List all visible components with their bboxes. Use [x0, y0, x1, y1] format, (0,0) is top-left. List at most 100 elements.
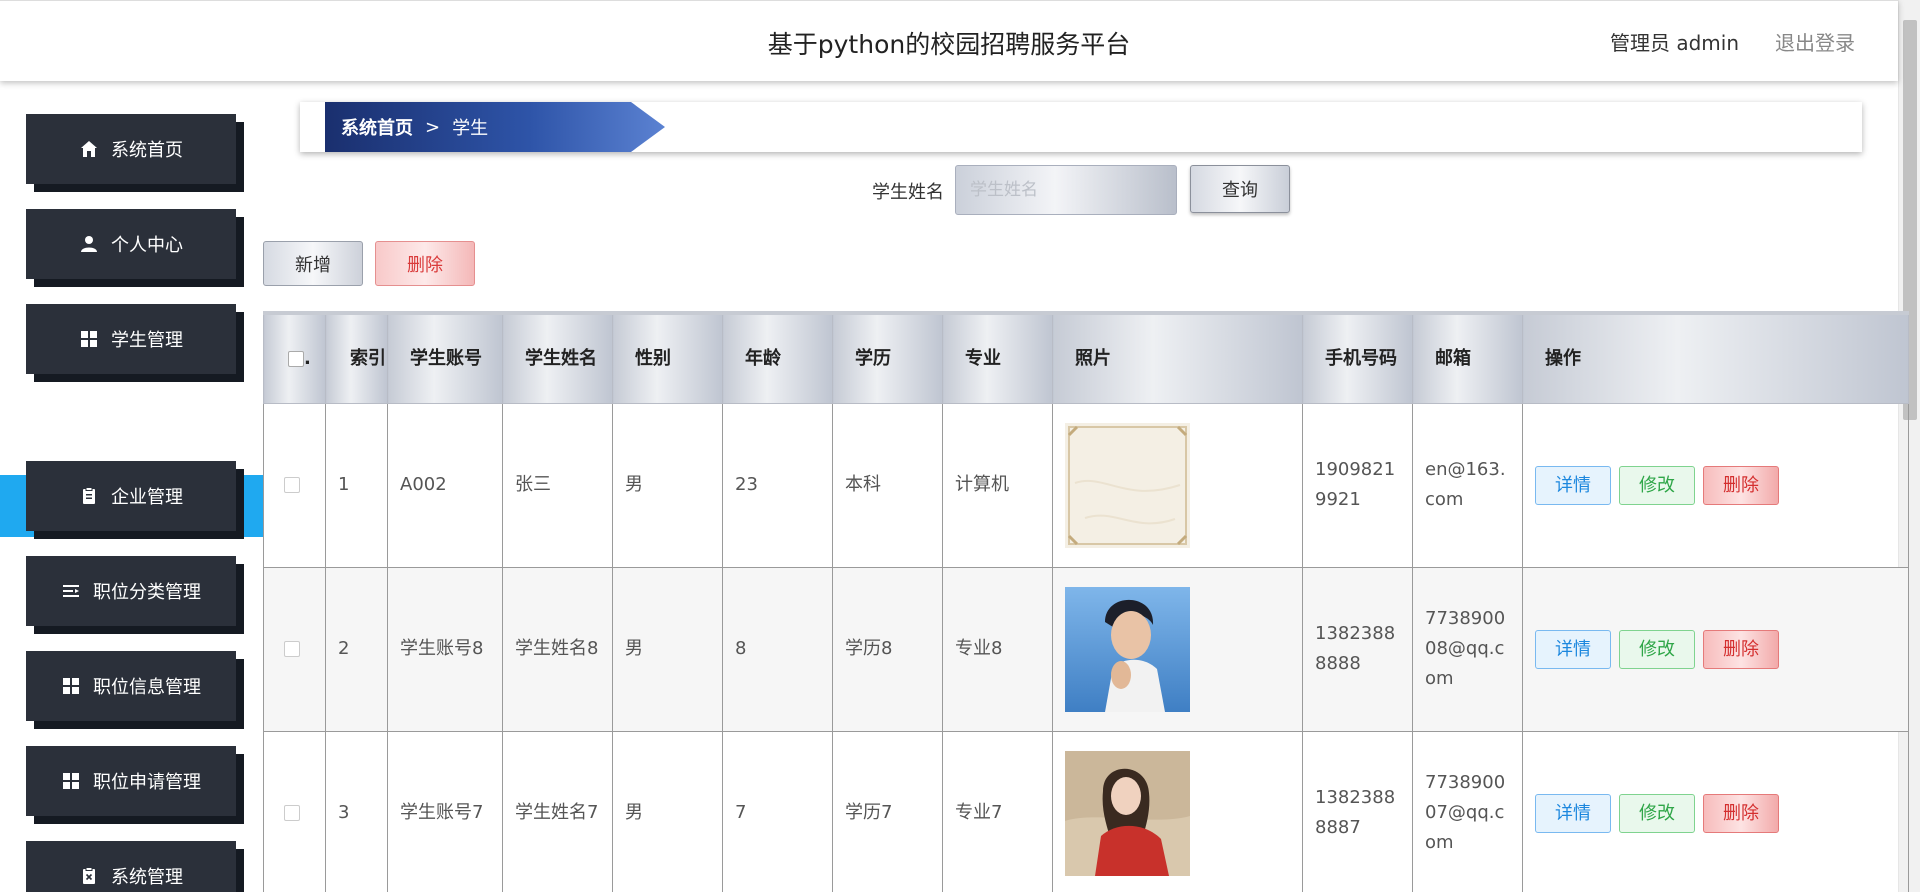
cell-account: 学生账号8	[387, 566, 503, 732]
cell-email: 773890007@qq.com	[1412, 730, 1523, 892]
row-checkbox[interactable]	[284, 805, 300, 821]
sidebar-item-label: 企业管理	[111, 487, 183, 508]
list-icon	[61, 581, 81, 601]
add-button[interactable]: 新增	[263, 241, 363, 286]
cell-age: 23	[722, 402, 833, 568]
cell-education: 学历8	[832, 566, 943, 732]
cell-age: 8	[722, 566, 833, 732]
student-name-search-input[interactable]	[955, 165, 1177, 215]
cell-photo	[1052, 566, 1303, 732]
column-header-phone: 手机号码	[1302, 311, 1413, 404]
cell-actions: 详情 修改 删除	[1522, 566, 1909, 732]
column-header-name: 学生姓名	[502, 311, 613, 404]
sidebar: 系统首页 个人中心 学生管理 学生 企业管理 职位分类管理 职位信息管理	[0, 102, 263, 892]
sidebar-item-label: 系统管理	[111, 867, 183, 888]
column-header-actions: 操作	[1522, 311, 1909, 404]
cell-education: 本科	[832, 402, 943, 568]
table-row: 3 学生账号7 学生姓名7 男 7 学历7 专业7 13823888887 77…	[263, 730, 1909, 892]
cell-email: 773890008@qq.com	[1412, 566, 1523, 732]
cell-photo	[1052, 730, 1303, 892]
row-select-cell	[263, 566, 326, 732]
cell-gender: 男	[612, 566, 723, 732]
clipboard-icon	[79, 486, 99, 506]
cell-actions: 详情 修改 删除	[1522, 402, 1909, 568]
sidebar-item-label: 学生管理	[111, 330, 183, 351]
select-all-checkbox[interactable]	[288, 350, 304, 367]
column-header-index: 索引	[325, 311, 388, 404]
row-select-cell	[263, 730, 326, 892]
breadcrumb: 系统首页 > 学生	[300, 102, 1862, 152]
cell-major: 计算机	[942, 402, 1053, 568]
edit-button[interactable]: 修改	[1619, 629, 1695, 669]
sidebar-item-students[interactable]: 学生管理	[26, 304, 236, 374]
cell-name: 学生姓名8	[502, 566, 613, 732]
column-header-education: 学历	[832, 311, 943, 404]
search-label: 学生姓名	[872, 182, 944, 203]
detail-button[interactable]: 详情	[1535, 629, 1611, 669]
cell-email: en@163.com	[1412, 402, 1523, 568]
students-table: . 索引 学生账号 学生姓名 性别 年龄 学历 专业 照片 手机号码 邮箱 操作…	[263, 311, 1909, 892]
delete-button[interactable]: 删除	[1703, 629, 1779, 669]
row-select-cell	[263, 402, 326, 568]
sidebar-item-job-info[interactable]: 职位信息管理	[26, 651, 236, 721]
sidebar-item-label: 职位分类管理	[93, 582, 201, 603]
logout-link[interactable]: 退出登录	[1775, 27, 1855, 56]
cell-name: 张三	[502, 402, 613, 568]
column-header-age: 年龄	[722, 311, 833, 404]
delete-button[interactable]: 删除	[1703, 465, 1779, 505]
sidebar-item-label: 个人中心	[111, 235, 183, 256]
row-checkbox[interactable]	[284, 641, 300, 657]
cell-index: 2	[325, 566, 388, 732]
delete-button[interactable]: 删除	[1703, 793, 1779, 833]
sidebar-item-label: 职位申请管理	[93, 772, 201, 793]
sidebar-item-companies[interactable]: 企业管理	[26, 461, 236, 531]
row-checkbox[interactable]	[284, 477, 300, 493]
grid-icon	[61, 771, 81, 791]
cell-age: 7	[722, 730, 833, 892]
cell-major: 专业8	[942, 566, 1053, 732]
column-header-major: 专业	[942, 311, 1053, 404]
cell-account: A002	[387, 402, 503, 568]
edit-button[interactable]: 修改	[1619, 465, 1695, 505]
cell-photo	[1052, 402, 1303, 568]
edit-button[interactable]: 修改	[1619, 793, 1695, 833]
detail-button[interactable]: 详情	[1535, 465, 1611, 505]
cell-major: 专业7	[942, 730, 1053, 892]
grid-icon	[61, 676, 81, 696]
cell-name: 学生姓名7	[502, 730, 613, 892]
breadcrumb-separator: >	[425, 116, 441, 138]
cell-gender: 男	[612, 402, 723, 568]
query-button[interactable]: 查询	[1190, 165, 1290, 213]
student-photo	[1065, 422, 1190, 548]
table-row: 1 A002 张三 男 23 本科 计算机 19098219921 en@163…	[263, 402, 1909, 568]
cell-phone: 19098219921	[1302, 402, 1413, 568]
student-photo	[1065, 750, 1190, 876]
select-all-header[interactable]: .	[263, 311, 326, 404]
column-header-account: 学生账号	[387, 311, 503, 404]
home-icon	[79, 139, 99, 159]
sidebar-item-job-applications[interactable]: 职位申请管理	[26, 746, 236, 816]
breadcrumb-home-link[interactable]: 系统首页	[341, 114, 413, 140]
sidebar-item-system[interactable]: 系统管理	[26, 841, 236, 892]
cell-phone: 13823888888	[1302, 566, 1413, 732]
cell-gender: 男	[612, 730, 723, 892]
cell-phone: 13823888887	[1302, 730, 1413, 892]
clipboard-x-icon	[79, 866, 99, 886]
sidebar-item-profile[interactable]: 个人中心	[26, 209, 236, 279]
breadcrumb-arrow: 系统首页 > 学生	[325, 102, 665, 152]
user-icon	[79, 234, 99, 254]
column-header-photo: 照片	[1052, 311, 1303, 404]
cell-index: 1	[325, 402, 388, 568]
sidebar-item-label: 系统首页	[111, 140, 183, 161]
sidebar-item-job-categories[interactable]: 职位分类管理	[26, 556, 236, 626]
cell-actions: 详情 修改 删除	[1522, 730, 1909, 892]
column-header-email: 邮箱	[1412, 311, 1523, 404]
batch-delete-button[interactable]: 删除	[375, 241, 475, 286]
student-photo	[1065, 586, 1190, 712]
detail-button[interactable]: 详情	[1535, 793, 1611, 833]
table-header-row: . 索引 学生账号 学生姓名 性别 年龄 学历 专业 照片 手机号码 邮箱 操作	[263, 311, 1909, 404]
grid-icon	[79, 329, 99, 349]
cell-education: 学历7	[832, 730, 943, 892]
sidebar-item-home[interactable]: 系统首页	[26, 114, 236, 184]
table-row: 2 学生账号8 学生姓名8 男 8 学历8 专业8 13823888888 77…	[263, 566, 1909, 732]
